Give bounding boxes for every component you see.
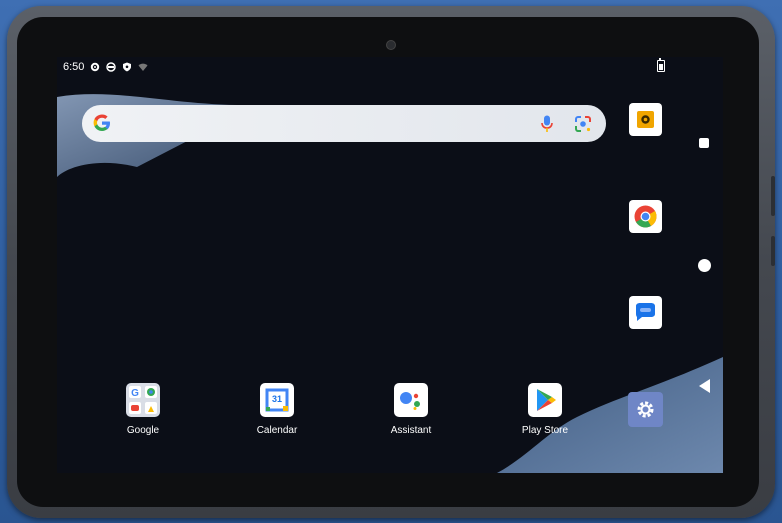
status-bar: 6:50 <box>63 60 148 74</box>
wifi-icon <box>138 63 148 71</box>
app-label: Assistant <box>390 425 432 436</box>
camera-app-icon[interactable] <box>629 103 662 136</box>
calendar-day: 31 <box>271 394 282 404</box>
battery-icon <box>657 58 665 72</box>
app-label: Google <box>126 425 160 436</box>
settings-gear-icon <box>91 62 100 72</box>
vpn-circle-icon <box>106 62 117 72</box>
shield-icon <box>123 62 132 72</box>
calendar-icon: 31 <box>260 383 294 417</box>
chrome-icon[interactable] <box>629 200 662 233</box>
home-screen: 6:50 G Google 31 Calendar Assistant Play… <box>57 57 723 473</box>
google-folder-icon: G <box>126 383 160 417</box>
app-label: Calendar <box>256 425 298 436</box>
back-button[interactable] <box>699 379 710 393</box>
volume-button <box>771 176 775 216</box>
home-button[interactable] <box>698 259 711 272</box>
front-camera <box>386 40 396 50</box>
lens-icon[interactable] <box>574 115 592 133</box>
clock: 6:50 <box>63 61 85 73</box>
messages-icon[interactable] <box>629 296 662 329</box>
app-label: Play Store <box>521 425 569 436</box>
google-g-icon <box>93 114 110 131</box>
app-google-folder[interactable]: G Google <box>98 383 188 436</box>
app-play-store[interactable]: Play Store <box>500 383 590 436</box>
assistant-icon <box>394 383 428 417</box>
play-store-icon <box>528 383 562 417</box>
app-assistant[interactable]: Assistant <box>366 383 456 436</box>
power-button <box>771 236 775 266</box>
mic-icon[interactable] <box>540 115 554 133</box>
settings-icon[interactable] <box>628 392 663 427</box>
app-calendar[interactable]: 31 Calendar <box>232 383 322 436</box>
svg-text:G: G <box>131 388 139 399</box>
google-search-bar[interactable] <box>82 105 606 142</box>
recents-button[interactable] <box>699 138 709 148</box>
